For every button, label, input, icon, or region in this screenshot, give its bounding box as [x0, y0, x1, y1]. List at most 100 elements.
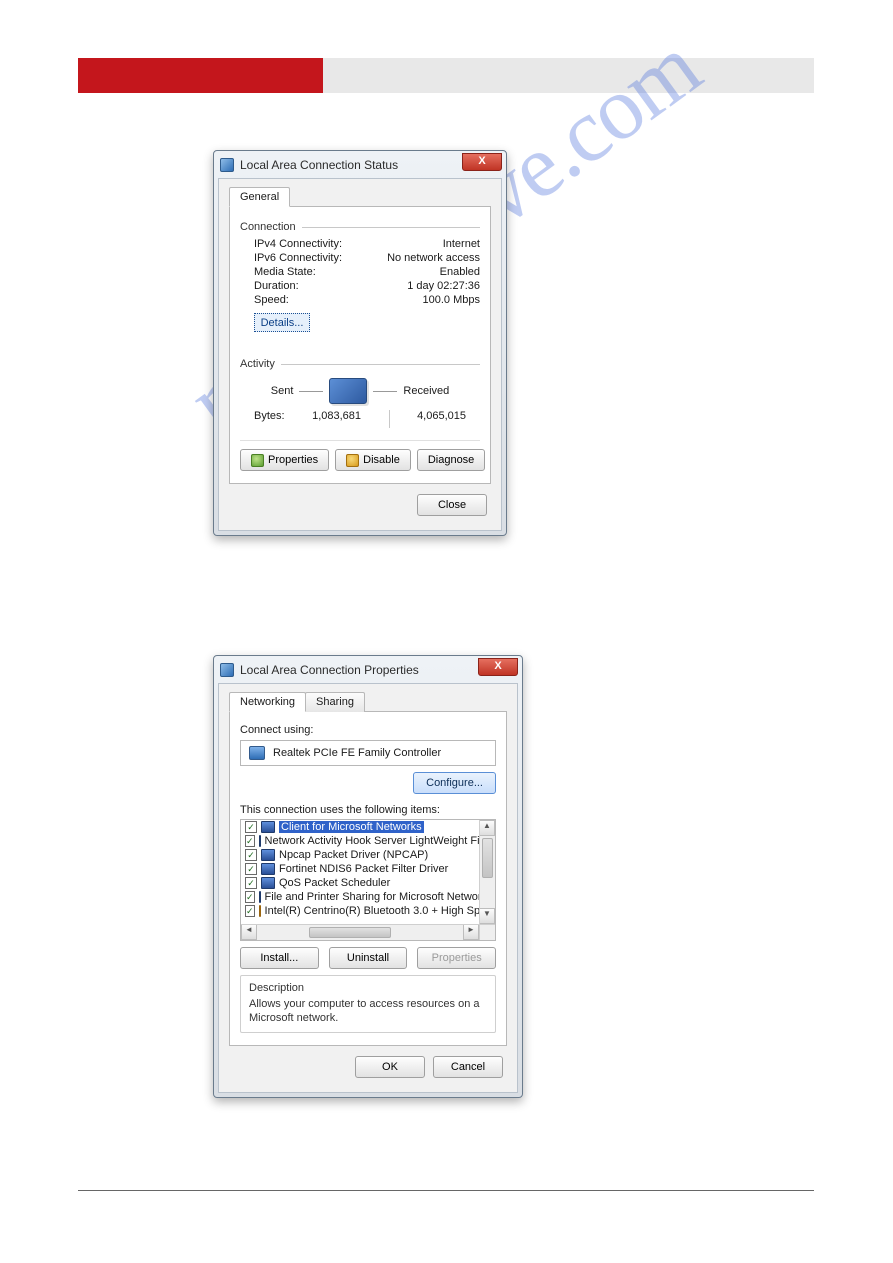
titlebar-properties[interactable]: Local Area Connection Properties X: [214, 656, 522, 683]
description-box: Description Allows your computer to acce…: [240, 975, 496, 1033]
item-label: File and Printer Sharing for Microsoft N…: [265, 891, 479, 903]
service-icon: [261, 863, 275, 875]
tabstrip-status: General: [229, 187, 491, 207]
disable-button[interactable]: Disable: [335, 449, 411, 471]
item-label: Fortinet NDIS6 Packet Filter Driver: [279, 863, 448, 875]
network-icon: [220, 663, 234, 677]
btn-label: Close: [438, 499, 466, 511]
scroll-left-arrow-icon[interactable]: ◄: [241, 925, 257, 940]
tabpanel-networking: Connect using: Realtek PCIe FE Family Co…: [229, 711, 507, 1046]
sent-bytes: 1,083,681: [312, 410, 361, 428]
service-icon: [259, 891, 261, 903]
tabstrip-properties: Networking Sharing: [229, 692, 507, 712]
list-item[interactable]: ✓ Client for Microsoft Networks: [241, 820, 479, 834]
client-area-properties: Networking Sharing Connect using: Realte…: [218, 683, 518, 1093]
btn-label: Diagnose: [428, 454, 474, 466]
scroll-corner: [479, 924, 495, 940]
bytes-label: Bytes:: [254, 410, 285, 428]
item-properties-button: Properties: [417, 947, 496, 969]
hscroll-thumb[interactable]: [309, 927, 391, 938]
item-label: Client for Microsoft Networks: [279, 821, 424, 833]
shield-icon: [251, 454, 264, 467]
checkbox[interactable]: ✓: [245, 877, 257, 889]
banner-accent: [78, 58, 323, 93]
btn-label: Cancel: [451, 1061, 485, 1073]
items-listbox[interactable]: ✓ Client for Microsoft Networks ✓ Network A…: [240, 819, 496, 941]
item-label: QoS Packet Scheduler: [279, 877, 390, 889]
horizontal-scrollbar[interactable]: ◄ ►: [241, 924, 479, 940]
close-dialog-button[interactable]: Close: [417, 494, 487, 516]
checkbox[interactable]: ✓: [245, 905, 255, 917]
service-icon: [261, 821, 275, 833]
btn-label: Disable: [363, 454, 400, 466]
sent-label: Sent: [271, 385, 294, 397]
dialog-connection-status: Local Area Connection Status X General C…: [213, 150, 507, 536]
scroll-down-arrow-icon[interactable]: ▼: [480, 908, 495, 924]
service-icon: [259, 835, 261, 847]
connect-using-label: Connect using:: [240, 724, 496, 736]
close-button[interactable]: X: [478, 658, 518, 676]
title-text: Local Area Connection Properties: [240, 663, 419, 677]
titlebar-status[interactable]: Local Area Connection Status X: [214, 151, 506, 178]
section-connection-label: Connection: [240, 221, 296, 233]
list-item[interactable]: ✓ Intel(R) Centrino(R) Bluetooth 3.0 + Hi…: [241, 904, 479, 918]
divider: [302, 227, 480, 228]
ipv4-label: IPv4 Connectivity:: [254, 238, 342, 250]
vscroll-thumb[interactable]: [482, 838, 493, 878]
list-item[interactable]: ✓ Fortinet NDIS6 Packet Filter Driver: [241, 862, 479, 876]
list-item[interactable]: ✓Npcap Packet Driver (NPCAP): [241, 848, 479, 862]
vertical-scrollbar[interactable]: ▲ ▼: [479, 820, 495, 924]
ipv6-value: No network access: [387, 252, 480, 264]
list-item[interactable]: ✓ QoS Packet Scheduler: [241, 876, 479, 890]
checkbox[interactable]: ✓: [245, 821, 257, 833]
item-label: Network Activity Hook Server LightWeight…: [265, 835, 479, 847]
speed-value: 100.0 Mbps: [423, 294, 480, 306]
ipv4-value: Internet: [443, 238, 480, 250]
list-item[interactable]: ✓ Network Activity Hook Server LightWeigh…: [241, 834, 479, 848]
duration-value: 1 day 02:27:36: [407, 280, 480, 292]
checkbox[interactable]: ✓: [245, 863, 257, 875]
list-item[interactable]: ✓ File and Printer Sharing for Microsoft …: [241, 890, 479, 904]
uninstall-button[interactable]: Uninstall: [329, 947, 408, 969]
scroll-up-arrow-icon[interactable]: ▲: [480, 820, 495, 836]
service-icon: [261, 877, 275, 889]
received-label: Received: [403, 385, 449, 397]
btn-label: Uninstall: [347, 952, 389, 964]
install-button[interactable]: Install...: [240, 947, 319, 969]
monitors-icon: [329, 378, 367, 404]
checkbox[interactable]: ✓: [245, 835, 255, 847]
client-area-status: General Connection IPv4 Connectivity: Int…: [218, 178, 502, 531]
scroll-right-arrow-icon[interactable]: ►: [463, 925, 479, 940]
title-text: Local Area Connection Status: [240, 158, 398, 172]
tab-networking[interactable]: Networking: [229, 692, 306, 712]
checkbox[interactable]: ✓: [245, 891, 255, 903]
checkbox[interactable]: ✓: [245, 849, 257, 861]
btn-label: Properties: [432, 952, 482, 964]
duration-label: Duration:: [254, 280, 299, 292]
adapter-box: Realtek PCIe FE Family Controller: [240, 740, 496, 766]
page-banner: [78, 58, 814, 93]
service-icon: [259, 905, 261, 917]
tab-sharing[interactable]: Sharing: [305, 692, 365, 712]
item-label: Intel(R) Centrino(R) Bluetooth 3.0 + Hig…: [265, 905, 479, 917]
network-icon: [220, 158, 234, 172]
footer-rule: [78, 1190, 814, 1191]
adapter-name: Realtek PCIe FE Family Controller: [273, 747, 441, 759]
divider: [281, 364, 480, 365]
properties-button[interactable]: Properties: [240, 449, 329, 471]
description-label: Description: [249, 982, 487, 994]
items-label: This connection uses the following items…: [240, 804, 496, 816]
media-label: Media State:: [254, 266, 316, 278]
cancel-button[interactable]: Cancel: [433, 1056, 503, 1078]
dialog-connection-properties: Local Area Connection Properties X Netwo…: [213, 655, 523, 1098]
ok-button[interactable]: OK: [355, 1056, 425, 1078]
tabpanel-general: Connection IPv4 Connectivity: Internet IP…: [229, 206, 491, 484]
close-button[interactable]: X: [462, 153, 502, 171]
ipv6-label: IPv6 Connectivity:: [254, 252, 342, 264]
tab-general[interactable]: General: [229, 187, 290, 207]
nic-icon: [249, 746, 265, 760]
details-button[interactable]: Details...: [254, 313, 310, 332]
diagnose-button[interactable]: Diagnose: [417, 449, 485, 471]
configure-button[interactable]: Configure...: [413, 772, 496, 794]
dash-left: [299, 391, 323, 392]
